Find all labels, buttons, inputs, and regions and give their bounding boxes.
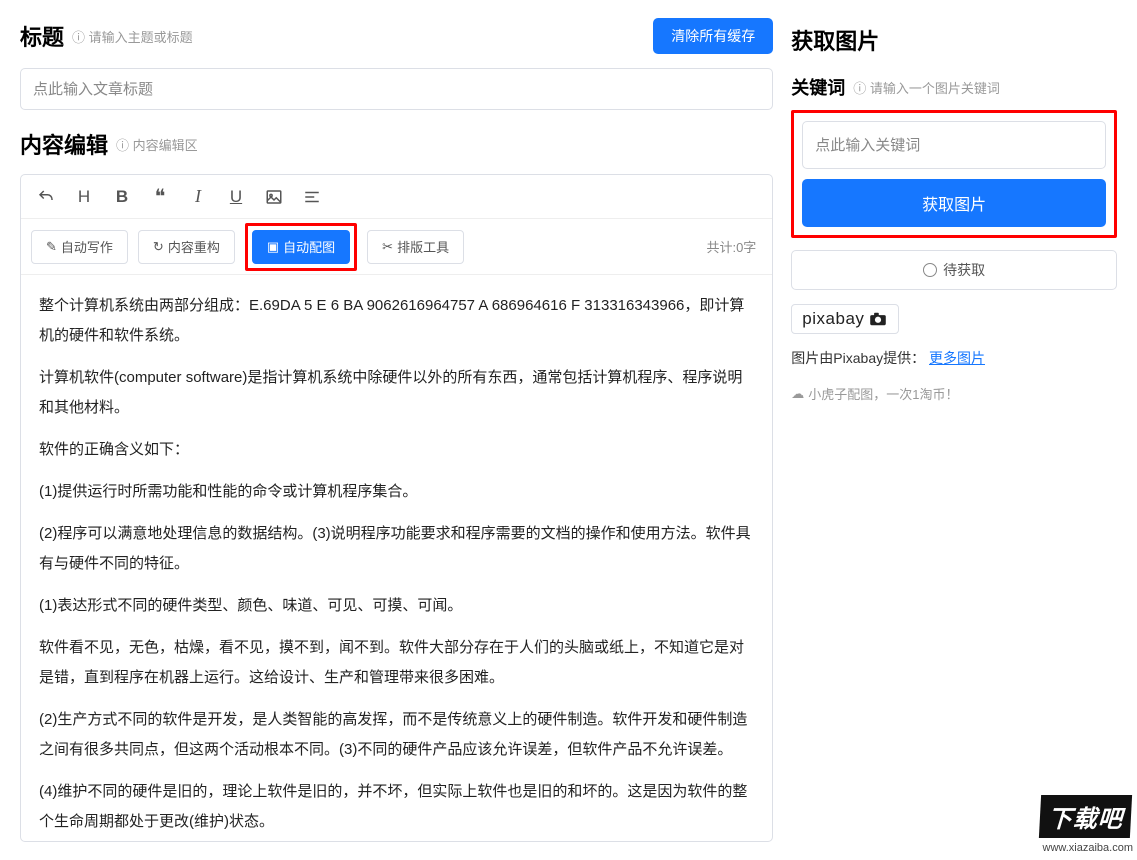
- watermark: 下载吧 www.xiazaiba.com: [989, 786, 1137, 854]
- content-label: 内容编辑: [20, 128, 108, 160]
- info-icon: ⓘ: [116, 138, 133, 153]
- pending-button[interactable]: 待获取: [791, 250, 1117, 290]
- fetch-image-button[interactable]: 获取图片: [802, 179, 1106, 227]
- more-images-link[interactable]: 更多图片: [929, 350, 985, 366]
- content-section-header: 内容编辑 ⓘ 内容编辑区: [20, 128, 773, 160]
- keyword-header: 关键词 ⓘ 请输入一个图片关键词: [791, 74, 1117, 100]
- heading-icon[interactable]: H: [69, 182, 99, 212]
- keyword-highlight-box: 获取图片: [791, 110, 1117, 238]
- auto-image-button[interactable]: ▣ 自动配图: [252, 230, 350, 264]
- undo-icon[interactable]: [31, 182, 61, 212]
- title-hint: ⓘ 请输入主题或标题: [72, 27, 193, 46]
- editor-paragraph: (2)程序可以满意地处理信息的数据结构。(3)说明程序功能要求和程序需要的文档的…: [39, 519, 754, 579]
- editor-paragraph: 软件看不见，无色，枯燥，看不见，摸不到，闻不到。软件大部分存在于人们的头脑或纸上…: [39, 633, 754, 693]
- tool-icon: ✂: [382, 239, 393, 255]
- format-toolbar: H B ❝ I U: [21, 175, 772, 219]
- side-column: 获取图片 关键词 ⓘ 请输入一个图片关键词 获取图片 待获取 pixabay 图…: [791, 18, 1117, 842]
- image-small-icon: ▣: [267, 239, 279, 255]
- image-source-line: 图片由Pixabay提供： 更多图片: [791, 348, 1117, 368]
- image-icon[interactable]: [259, 182, 289, 212]
- info-icon: ⓘ: [72, 30, 89, 45]
- editor-paragraph: (1)表达形式不同的硬件类型、颜色、味道、可见、可摸、可闻。: [39, 591, 754, 621]
- title-section-header: 标题 ⓘ 请输入主题或标题 清除所有缓存: [20, 18, 773, 54]
- editor-paragraph: (2)生产方式不同的软件是开发，是人类智能的高发挥，而不是传统意义上的硬件制造。…: [39, 705, 754, 765]
- quote-icon[interactable]: ❝: [145, 182, 175, 212]
- camera-icon: [868, 312, 888, 326]
- article-title-input[interactable]: [20, 68, 773, 110]
- watermark-text: 下载吧: [1039, 795, 1132, 838]
- bold-icon[interactable]: B: [107, 182, 137, 212]
- align-left-icon[interactable]: [297, 182, 327, 212]
- editor-paragraph: 整个计算机系统由两部分组成：E.69DA 5 E 6 BA 9062616964…: [39, 291, 754, 351]
- keyword-hint: ⓘ 请输入一个图片关键词: [853, 78, 1000, 97]
- editor-content[interactable]: 整个计算机系统由两部分组成：E.69DA 5 E 6 BA 9062616964…: [21, 275, 772, 841]
- title-label: 标题: [20, 20, 64, 52]
- watermark-url: www.xiazaiba.com: [1043, 842, 1133, 854]
- refresh-icon: ↻: [153, 239, 164, 255]
- keyword-input[interactable]: [802, 121, 1106, 169]
- circle-icon: [923, 263, 937, 277]
- underline-icon[interactable]: U: [221, 182, 251, 212]
- editor-box: H B ❝ I U ✎ 自动写作 ↻ 内容: [20, 174, 773, 842]
- editor-paragraph: (1)提供运行时所需功能和性能的命令或计算机程序集合。: [39, 477, 754, 507]
- layout-tool-button[interactable]: ✂ 排版工具: [367, 230, 464, 264]
- action-toolbar: ✎ 自动写作 ↻ 内容重构 ▣ 自动配图 ✂ 排版工具 共计:0字: [21, 219, 772, 275]
- cloud-icon: ☁: [791, 386, 804, 402]
- tip-line: ☁ 小虎子配图，一次1淘币！: [791, 384, 1117, 403]
- editor-paragraph: 软件的正确含义如下：: [39, 435, 754, 465]
- word-count: 共计:0字: [706, 237, 762, 256]
- highlight-box: ▣ 自动配图: [245, 223, 357, 271]
- restructure-button[interactable]: ↻ 内容重构: [138, 230, 235, 264]
- info-icon: ⓘ: [853, 81, 870, 96]
- keyword-label: 关键词: [791, 74, 845, 100]
- content-hint: ⓘ 内容编辑区: [116, 135, 198, 154]
- editor-paragraph: 计算机软件(computer software)是指计算机系统中除硬件以外的所有…: [39, 363, 754, 423]
- pencil-icon: ✎: [46, 239, 57, 255]
- italic-icon[interactable]: I: [183, 182, 213, 212]
- editor-paragraph: (4)维护不同的硬件是旧的，理论上软件是旧的，并不坏，但实际上软件也是旧的和坏的…: [39, 777, 754, 837]
- auto-write-button[interactable]: ✎ 自动写作: [31, 230, 128, 264]
- main-column: 标题 ⓘ 请输入主题或标题 清除所有缓存 内容编辑 ⓘ 内容编辑区 H B ❝ …: [20, 18, 773, 842]
- side-title: 获取图片: [791, 24, 1117, 56]
- pixabay-badge: pixabay: [791, 304, 899, 334]
- clear-cache-button[interactable]: 清除所有缓存: [653, 18, 773, 54]
